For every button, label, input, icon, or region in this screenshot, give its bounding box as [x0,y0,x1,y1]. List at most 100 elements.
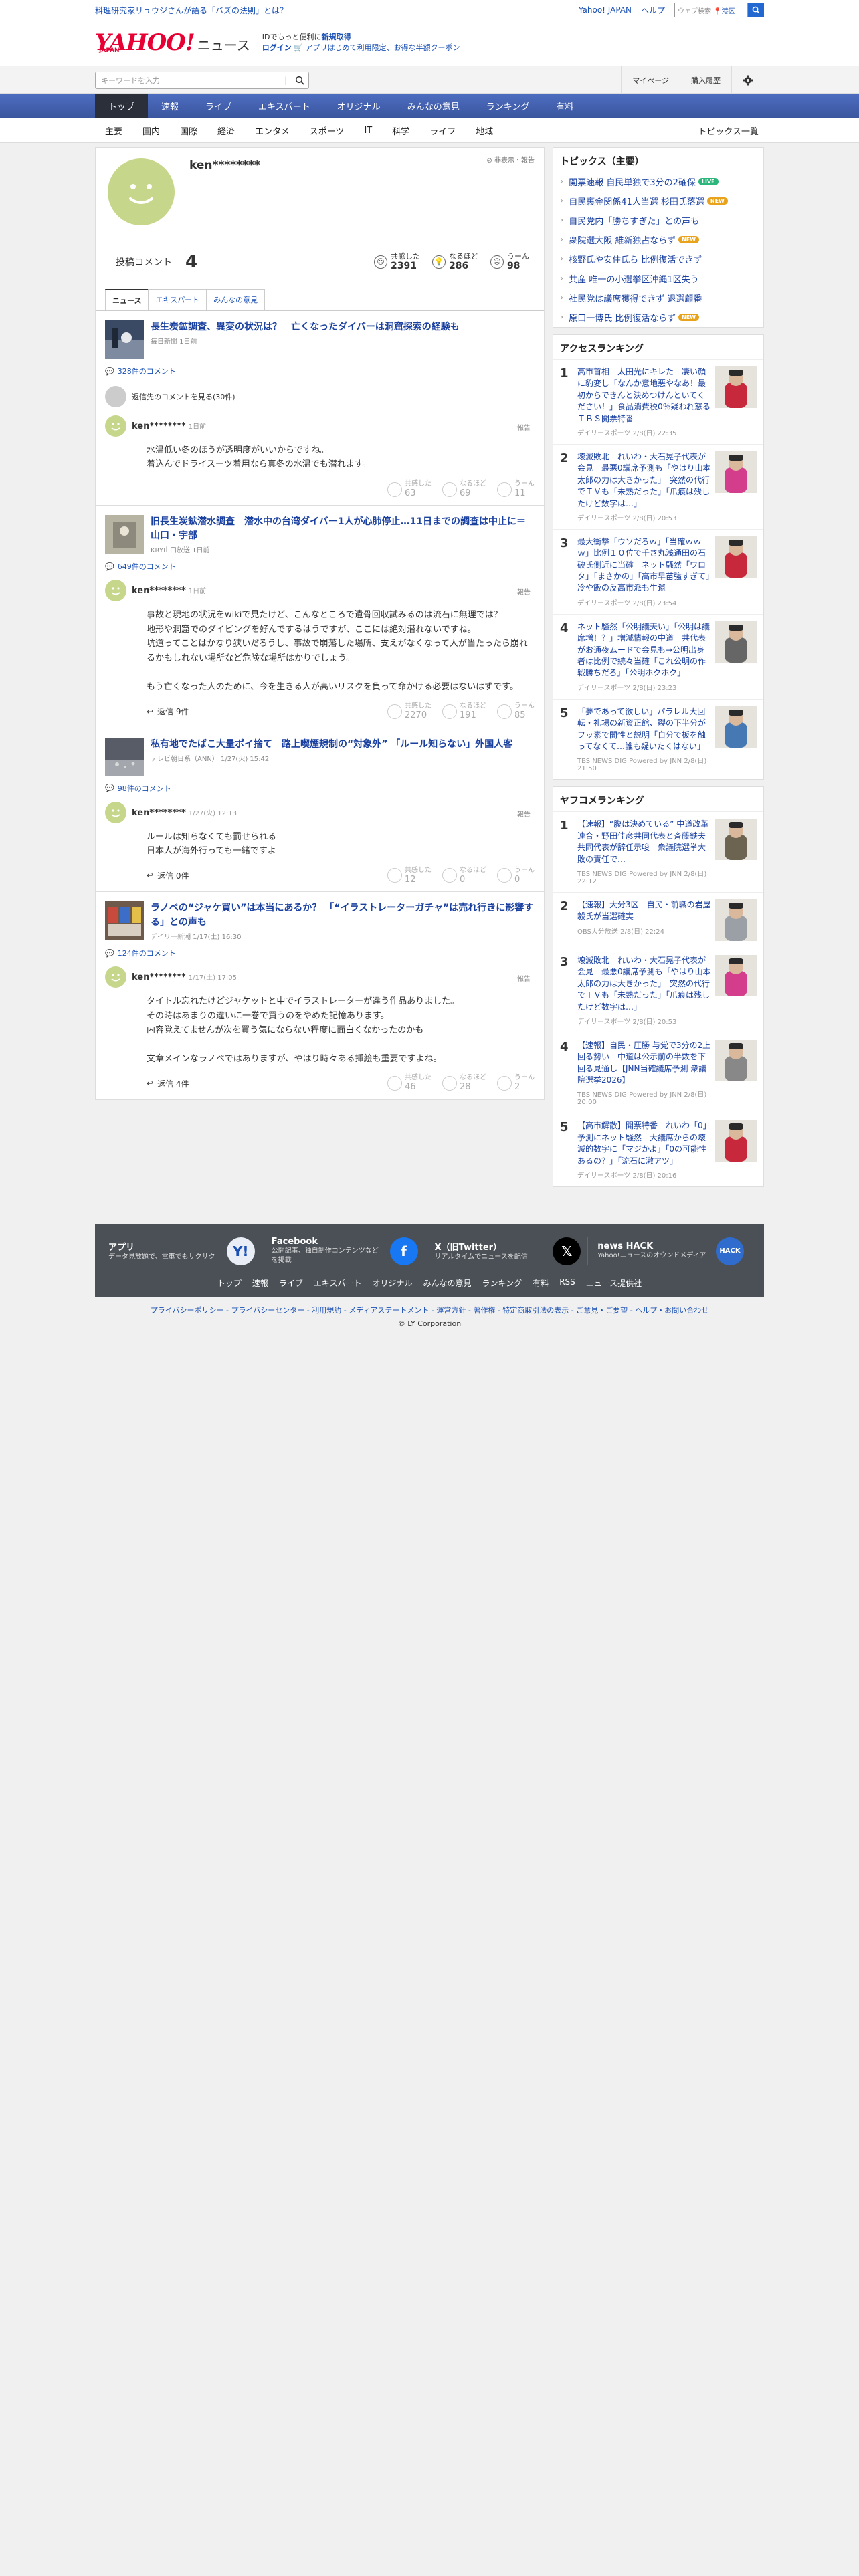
signup-link[interactable]: 新規取得 [321,33,351,41]
nav-paid[interactable]: 有料 [543,94,587,118]
news-search-input[interactable]: キーワードを入力 | [95,72,309,89]
cat-entertainment[interactable]: エンタメ [245,124,300,137]
insight-button[interactable]: なるほど 0 [442,867,486,885]
report-link[interactable]: 報告 [517,422,531,432]
rank-thumbnail[interactable] [715,536,757,578]
rank-title[interactable]: 【速報】“腹は決めている” 中道改革連合・野田佳彦共同代表と斉藤鉄夫共同代表が辞… [577,819,711,865]
article-title[interactable]: 長生炭鉱調査、異変の状況は？ 亡くなったダイバーは洞窟探索の経験も [151,322,460,332]
rank-thumbnail[interactable] [715,954,757,996]
topic-item[interactable]: 自民党内「勝ちすぎた」との声も [553,211,763,230]
hmm-button[interactable]: うーん 2 [497,1074,535,1093]
insight-button[interactable]: なるほど 28 [442,1074,486,1093]
rank-title[interactable]: ネット騒然「公明議天い」「公明は議席増！？」増減情報の中道 共代表がお通夜ムード… [577,621,711,679]
reply-button[interactable]: ↩ 返信 0件 [147,870,189,881]
footer-nav-item[interactable]: エキスパート [314,1277,362,1289]
topic-item[interactable]: 開票速報 自民単独で3分の2確保LIVE [553,172,763,191]
footer-nav-item[interactable]: みんなの意見 [423,1277,472,1289]
rank-title[interactable]: 最大衝撃「ウソだろｗ」「当確ｗｗｗ」比例１０位で千さ丸浅通田の石破氏側近に当確 … [577,536,711,595]
web-search-button[interactable] [748,3,764,17]
tab-expert[interactable]: エキスパート [148,289,207,310]
hmm-button[interactable]: うーん 0 [497,867,535,885]
topic-item[interactable]: 社民党は議席獲得できず 退選顧番 [553,288,763,308]
comment-count-link[interactable]: 💬 328件のコメント [105,366,535,377]
cat-sports[interactable]: スポーツ [300,124,355,137]
report-link[interactable]: 報告 [517,973,531,983]
cat-main[interactable]: 主要 [95,124,132,137]
nav-expert[interactable]: エキスパート [245,94,324,118]
footer-nav-item[interactable]: ライブ [279,1277,303,1289]
rank-title[interactable]: 高市首相 太田光にキレた 凄い顔に豹変し「なんか意地悪やなあ！最初からできんと決… [577,366,719,425]
insight-button[interactable]: なるほど 191 [442,702,486,721]
ranking-item[interactable]: 1 高市首相 太田光にキレた 凄い顔に豹変し「なんか意地悪やなあ！最初からできんと… [553,359,763,444]
footer-nav-item[interactable]: トップ [217,1277,242,1289]
rank-title[interactable]: 壊滅敗北 れいわ・大石晃子代表が会見 最悪0議席予測も「やはり山本太郎の力は大き… [577,955,711,1013]
ranking-item[interactable]: 3 壊滅敗北 れいわ・大石晃子代表が会見 最悪0議席予測も「やはり山本太郎の力は大… [553,947,763,1033]
web-search-input[interactable]: ウェブ検索 📍港区 [674,3,748,17]
cat-world[interactable]: 国際 [170,124,207,137]
topic-item[interactable]: 衆院選大阪 維新独占ならずNEW [553,230,763,249]
ranking-item[interactable]: 1 【速報】“腹は決めている” 中道改革連合・野田佳彦共同代表と斉藤鉄夫共同代表が… [553,811,763,892]
yahoo-japan-link[interactable]: Yahoo! JAPAN [579,5,632,15]
promo-link[interactable]: 料理研究家リュウジさんが語る「バズの法則」とは？ [95,5,288,16]
reply-button[interactable]: ↩ 返信 9件 [147,706,189,717]
nav-original[interactable]: オリジナル [324,94,394,118]
rank-thumbnail[interactable] [715,899,757,941]
report-link[interactable]: 報告 [517,586,531,597]
hide-report-link[interactable]: ⊘ 非表示・報告 [486,154,535,165]
empathy-button[interactable]: 共感した 2270 [387,702,432,721]
comment-count-link[interactable]: 💬 649件のコメント [105,561,535,572]
footer-nav-item[interactable]: RSS [559,1277,575,1289]
hmm-button[interactable]: うーん 11 [497,480,535,499]
footer-app-link[interactable]: news HACK Yahoo!ニュースのオウンドメディア HACK [597,1237,751,1265]
cat-life[interactable]: ライフ [419,124,466,137]
empathy-button[interactable]: 共感した 63 [387,480,432,499]
footer-nav-item[interactable]: ニュース提供社 [586,1277,642,1289]
topics-list-link[interactable]: トピックス一覧 [688,124,764,137]
rank-title[interactable]: 壊滅敗北 れいわ・大石晃子代表が会見 最悪0議席予測も「やはり山本太郎の力は大き… [577,451,711,510]
empathy-button[interactable]: 共感した 46 [387,1074,432,1093]
mypage-link[interactable]: マイページ [621,66,680,94]
nav-top[interactable]: トップ [95,94,149,118]
cat-local[interactable]: 地域 [466,124,503,137]
footer-app-link[interactable]: アプリ データ見放題で、電車でもサクサク Y! [108,1237,262,1266]
topic-item[interactable]: 自民裏金関係41人当選 杉田氏落選NEW [553,191,763,211]
rank-thumbnail[interactable] [715,706,757,748]
footer-nav-item[interactable]: 有料 [533,1277,549,1289]
footer-app-link[interactable]: Facebook 公開記事、独自制作コンテンツなどを掲載 f [272,1237,425,1266]
nav-live[interactable]: ライブ [192,94,245,118]
nav-breaking[interactable]: 速報 [148,94,192,118]
login-link[interactable]: ログイン [262,43,292,52]
nav-ranking[interactable]: ランキング [473,94,543,118]
rank-thumbnail[interactable] [715,366,757,408]
tab-opinion[interactable]: みんなの意見 [206,289,266,310]
topic-item[interactable]: 核野氏や安住氏ら 比例復活できず [553,249,763,269]
footer-nav-item[interactable]: 速報 [252,1277,268,1289]
ranking-item[interactable]: 5 【高市解散】開票特番 れいわ「0」予測にネット騒然 大議席からの壊滅的数字に「… [553,1113,763,1186]
rank-title[interactable]: 【高市解散】開票特番 れいわ「0」予測にネット騒然 大議席からの壊滅的数字に「マ… [577,1120,711,1167]
topic-item[interactable]: 共産 唯一の小選挙区沖縄1区失う [553,269,763,288]
cat-it[interactable]: IT [354,126,382,136]
ranking-item[interactable]: 5 「夢であって欲しい」パラレル大回転・礼場の新資正館、裂の下半分がフッ素で開性と… [553,698,763,780]
ranking-item[interactable]: 4 ネット騒然「公明議天い」「公明は議席増！？」増減情報の中道 共代表がお通夜ムー… [553,613,763,699]
reply-button[interactable]: ↩ 返信 4件 [147,1078,189,1089]
rank-thumbnail[interactable] [715,819,757,861]
ranking-item[interactable]: 2 壊滅敗北 れいわ・大石晃子代表が会見 最悪0議席予測も「やはり山本太郎の力は大… [553,443,763,529]
cat-science[interactable]: 科学 [382,124,419,137]
rank-title[interactable]: 「夢であって欲しい」パラレル大回転・礼場の新資正館、裂の下半分がフッ素で開性と説… [577,706,711,753]
article-thumbnail[interactable] [105,320,144,359]
rank-thumbnail[interactable] [715,1039,757,1081]
comment-count-link[interactable]: 💬 98件のコメント [105,783,535,794]
rank-thumbnail[interactable] [715,1120,757,1162]
footer-nav-item[interactable]: ランキング [482,1277,522,1289]
nav-opinion[interactable]: みんなの意見 [394,94,473,118]
cat-domestic[interactable]: 国内 [132,124,170,137]
empathy-button[interactable]: 共感した 12 [387,867,432,885]
footer-nav-item[interactable]: オリジナル [373,1277,413,1289]
comment-count-link[interactable]: 💬 124件のコメント [105,948,535,958]
ranking-item[interactable]: 2 【速報】大分3区 自民・前職の岩屋毅氏が当選確実 OBS大分放送 2/8(日) … [553,891,763,948]
ranking-item[interactable]: 4 【速報】自民・圧勝 与党で3分の2上回る勢い 中道は公示前の半数を下回る見通し… [553,1032,763,1113]
rank-title[interactable]: 【速報】自民・圧勝 与党で3分の2上回る勢い 中道は公示前の半数を下回る見通し【… [577,1040,711,1087]
topic-item[interactable]: 原口一博氏 比例復活ならずNEW [553,308,763,327]
article-thumbnail[interactable] [105,901,144,941]
cat-economy[interactable]: 経済 [207,124,245,137]
